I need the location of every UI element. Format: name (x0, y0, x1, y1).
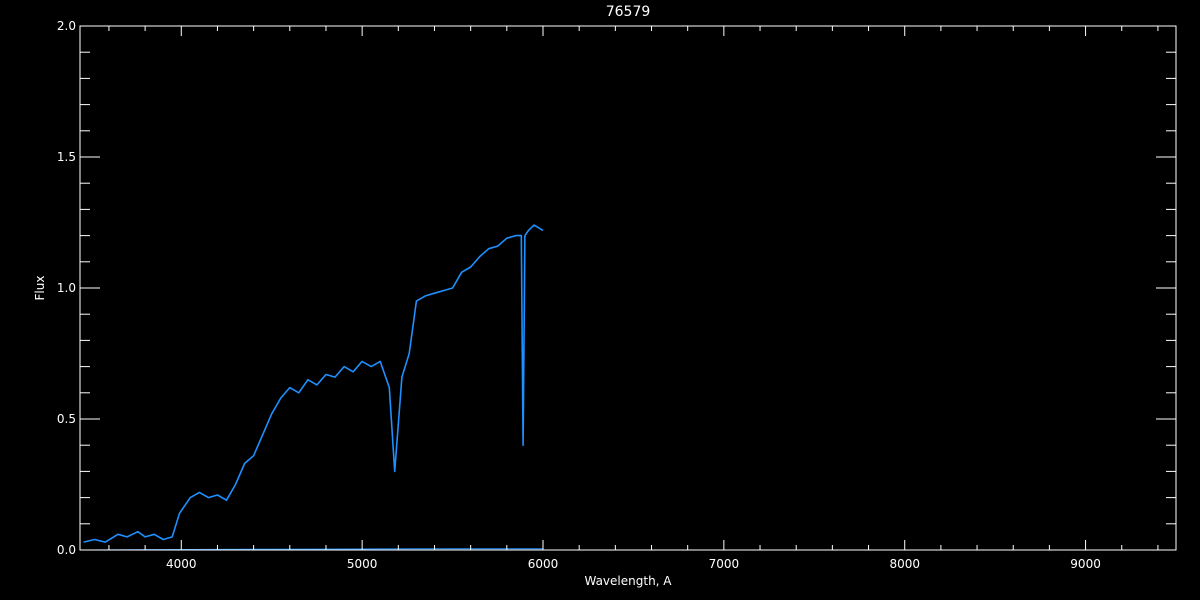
x-tick-label: 5000 (347, 557, 378, 571)
y-axis-label: Flux (33, 276, 47, 301)
spectrum-chart: 76579 4000 5000 6000 7000 8000 9000 0.0 0.5 1.0… (0, 0, 1200, 600)
x-tick-label: 4000 (166, 557, 197, 571)
chart-title: 76579 (606, 4, 651, 20)
x-tick-label: 7000 (709, 557, 740, 571)
y-tick-label: 1.5 (57, 150, 76, 164)
y-tick-label: 0.5 (57, 412, 76, 426)
x-tick-label: 6000 (528, 557, 559, 571)
x-axis-label: Wavelength, A (584, 574, 672, 588)
x-tick-label: 9000 (1070, 557, 1101, 571)
y-tick-label: 2.0 (57, 19, 76, 33)
x-tick-label: 8000 (889, 557, 920, 571)
y-tick-label: 0.0 (57, 543, 76, 557)
y-tick-label: 1.0 (57, 281, 76, 295)
plot-background (0, 0, 1200, 600)
